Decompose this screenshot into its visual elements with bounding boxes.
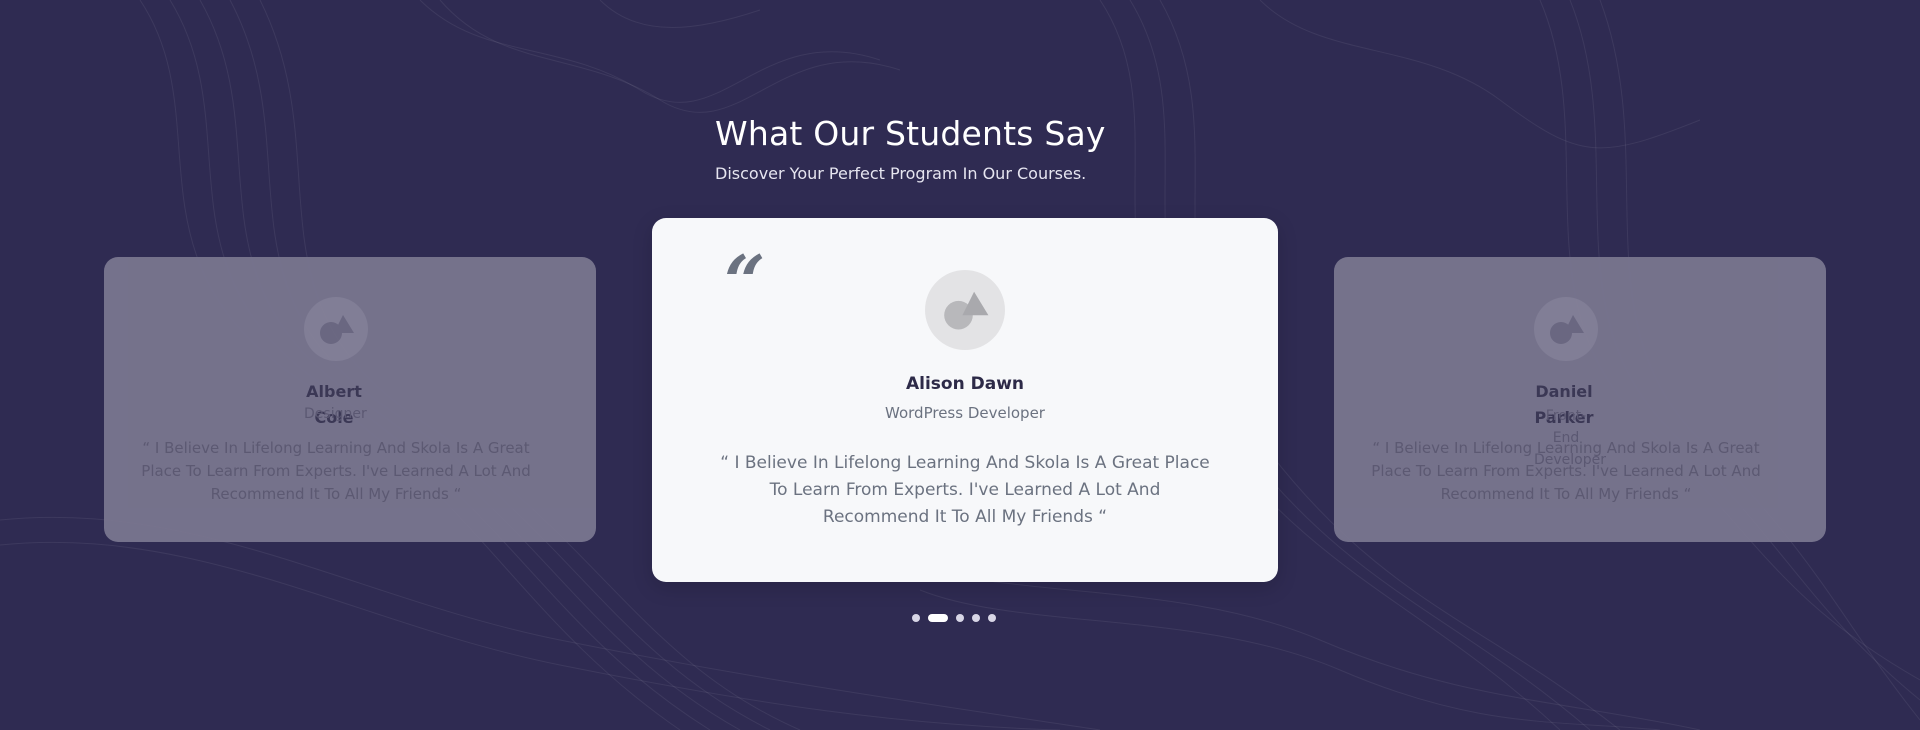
- section-header: What Our Students Say Discover Your Perf…: [715, 112, 1275, 186]
- pagination-dot-3[interactable]: [956, 614, 964, 622]
- image-placeholder-icon: [320, 315, 354, 344]
- testimonial-quote: “ I Believe In Lifelong Learning And Sko…: [1371, 439, 1761, 503]
- testimonial-quote: “ I Believe In Lifelong Learning And Sko…: [720, 453, 1210, 527]
- pagination-dot-1[interactable]: [912, 614, 920, 622]
- pagination-dot-4[interactable]: [972, 614, 980, 622]
- testimonial-card-previous[interactable]: Albert Cole Designer “ I Believe In Life…: [104, 257, 596, 542]
- testimonial-role: Designer: [304, 406, 367, 422]
- image-placeholder-icon: [944, 291, 989, 330]
- carousel-pagination: [912, 613, 996, 623]
- image-placeholder-icon: [1550, 315, 1584, 344]
- pagination-dot-5[interactable]: [988, 614, 996, 622]
- avatar: [925, 270, 1005, 350]
- pagination-dot-2[interactable]: [928, 614, 948, 622]
- section-title: What Our Students Say: [715, 114, 1106, 153]
- testimonial-quote: “ I Believe In Lifelong Learning And Sko…: [141, 439, 531, 503]
- testimonial-card-next[interactable]: Daniel Parker Front-End Developer “ I Be…: [1334, 257, 1826, 542]
- quote-icon: “: [724, 239, 766, 324]
- testimonial-role: WordPress Developer: [885, 404, 1045, 422]
- testimonial-name: Alison Dawn: [905, 374, 1025, 394]
- testimonial-card-active[interactable]: “ Alison Dawn WordPress Developer “ I Be…: [652, 218, 1278, 582]
- avatar: [304, 297, 368, 361]
- avatar: [1534, 297, 1598, 361]
- section-subtitle: Discover Your Perfect Program In Our Cou…: [715, 164, 1087, 183]
